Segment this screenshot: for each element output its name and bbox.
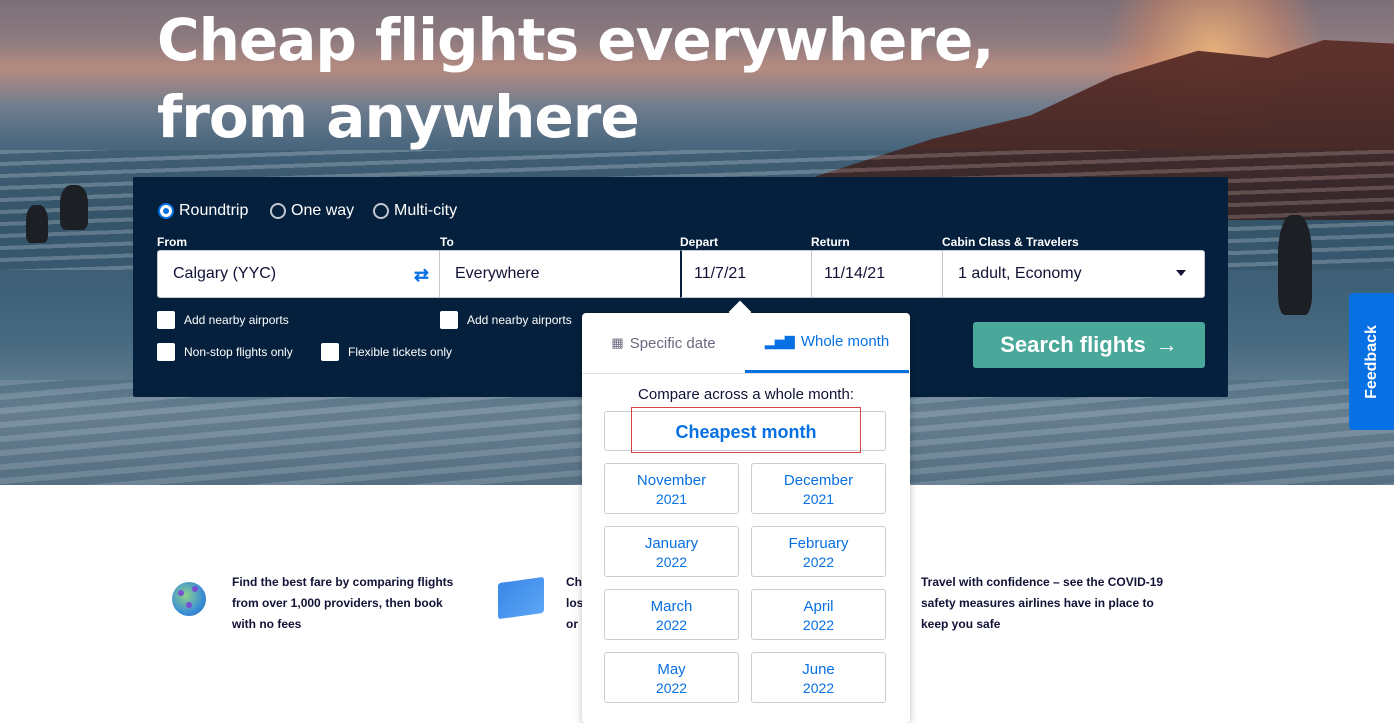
search-button-label: Search flights — [1000, 332, 1146, 357]
cheapest-month-button[interactable]: Cheapest month — [604, 407, 886, 453]
tab-whole-month[interactable]: ▂▅▇ Whole month — [745, 313, 909, 373]
checkbox-label: Add nearby airports — [184, 313, 289, 327]
checkbox-icon — [321, 343, 339, 361]
month-option-december-2021[interactable]: December 2021 — [751, 463, 886, 514]
swimmer-figure — [1278, 215, 1312, 315]
month-name: February — [788, 535, 849, 552]
month-year: 2022 — [802, 554, 835, 570]
nearby-from-checkbox[interactable]: Add nearby airports — [157, 311, 289, 329]
from-value: Calgary (YYC) — [173, 265, 277, 282]
trip-type-label: Roundtrip — [179, 202, 249, 219]
swimmer-figure — [26, 205, 48, 243]
page-title: Cheap flights everywhere, from anywhere — [157, 6, 994, 151]
feature-covid-text: Travel with confidence – see the COVID-1… — [921, 572, 1163, 635]
cheapest-month-label: Cheapest month — [675, 421, 817, 442]
cabin-label: Cabin Class & Travelers — [942, 235, 1079, 249]
ticket-icon — [498, 576, 544, 620]
month-name: November — [636, 472, 707, 489]
nearby-to-checkbox[interactable]: Add nearby airports — [440, 311, 572, 329]
checkbox-label: Flexible tickets only — [348, 345, 453, 359]
flexible-checkbox[interactable]: Flexible tickets only — [321, 343, 452, 361]
checkbox-icon — [157, 311, 175, 329]
month-year: 2022 — [655, 680, 688, 696]
month-year: 2022 — [802, 680, 835, 696]
from-label: From — [157, 235, 187, 249]
month-option-june-2022[interactable]: June 2022 — [751, 652, 886, 703]
chevron-down-icon — [1176, 270, 1186, 276]
feature-line: Travel with confidence – see the COVID-1… — [921, 575, 1164, 589]
month-name: March — [650, 598, 693, 615]
month-option-april-2022[interactable]: April 2022 — [751, 589, 886, 640]
checkbox-icon — [157, 343, 175, 361]
radio-icon — [270, 203, 286, 219]
trip-type-roundtrip[interactable]: Roundtrip — [158, 202, 248, 220]
tab-label: Specific date — [629, 334, 716, 352]
feature-line: Ch — [566, 575, 582, 589]
to-value: Everywhere — [455, 265, 540, 282]
bar-chart-icon: ▂▅▇ — [764, 333, 795, 349]
checkbox-label: Add nearby airports — [467, 313, 572, 327]
radio-icon — [373, 203, 389, 219]
return-label: Return — [811, 235, 850, 249]
cabin-value: 1 adult, Economy — [958, 265, 1082, 282]
feature-line: or — [566, 617, 578, 631]
return-value: 11/14/21 — [824, 265, 886, 282]
feature-line: los — [566, 596, 584, 610]
trip-type-multi-city[interactable]: Multi-city — [373, 202, 457, 220]
feature-line: keep you safe — [921, 617, 1001, 631]
month-option-march-2022[interactable]: March 2022 — [604, 589, 739, 640]
swimmer-figure — [60, 185, 88, 230]
swap-icon[interactable]: ⇄ — [414, 265, 429, 286]
feature-line: Find the best fare by comparing flights — [232, 575, 454, 589]
feature-line: with no fees — [232, 617, 302, 631]
month-name: May — [657, 661, 686, 678]
month-option-january-2022[interactable]: January 2022 — [604, 526, 739, 577]
date-mode-tabs: ▦ Specific date ▂▅▇ Whole month — [582, 313, 910, 374]
feature-compare-text: Find the best fare by comparing flights … — [232, 572, 453, 635]
month-option-may-2022[interactable]: May 2022 — [604, 652, 739, 703]
nonstop-checkbox[interactable]: Non-stop flights only — [157, 343, 293, 361]
feedback-label: Feedback — [1362, 324, 1380, 399]
feature-flexible-text: Ch los or — [566, 572, 583, 635]
to-field[interactable]: Everywhere — [439, 250, 681, 298]
checkbox-label: Non-stop flights only — [184, 345, 293, 359]
month-year: 2021 — [655, 491, 688, 507]
calendar-icon: ▦ — [611, 335, 624, 350]
month-name: January — [644, 535, 699, 552]
trip-type-label: One way — [291, 202, 355, 219]
month-option-february-2022[interactable]: February 2022 — [751, 526, 886, 577]
compare-label: Compare across a whole month: — [638, 386, 854, 403]
month-name: December — [783, 472, 854, 489]
from-field[interactable]: Calgary (YYC) ⇄ — [157, 250, 440, 298]
depart-label: Depart — [680, 235, 719, 249]
feature-line: from over 1,000 providers, then book — [232, 596, 443, 610]
month-year: 2022 — [802, 617, 835, 633]
month-year: 2022 — [655, 554, 688, 570]
to-label: To — [440, 235, 454, 249]
month-option-november-2021[interactable]: November 2021 — [604, 463, 739, 514]
checkbox-icon — [440, 311, 458, 329]
globe-icon — [172, 582, 206, 616]
arrow-right-icon: → — [1155, 332, 1178, 357]
depart-value: 11/7/21 — [694, 265, 747, 282]
trip-type-label: Multi-city — [394, 202, 458, 219]
tab-label: Whole month — [800, 333, 890, 350]
cabin-travelers-select[interactable]: 1 adult, Economy — [942, 250, 1205, 298]
return-field[interactable]: 11/14/21 — [811, 250, 943, 298]
month-year: 2022 — [655, 617, 688, 633]
date-picker-dropdown: ▦ Specific date ▂▅▇ Whole month Compare … — [582, 313, 910, 723]
search-flights-button[interactable]: Search flights → — [973, 322, 1205, 368]
depart-field[interactable]: 11/7/21 — [680, 250, 812, 298]
month-year: 2021 — [802, 491, 835, 507]
tab-specific-date[interactable]: ▦ Specific date — [582, 313, 745, 373]
month-name: April — [803, 598, 834, 615]
radio-selected-icon — [158, 203, 174, 219]
feedback-tab[interactable]: Feedback — [1349, 293, 1394, 430]
feature-line: safety measures airlines have in place t… — [921, 596, 1154, 610]
trip-type-one-way[interactable]: One way — [270, 202, 354, 220]
month-name: June — [802, 661, 835, 678]
